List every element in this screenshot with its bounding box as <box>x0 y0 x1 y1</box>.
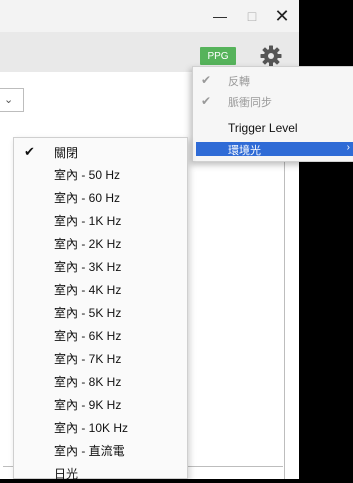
ppg-button[interactable]: PPG <box>200 47 236 65</box>
submenu-item[interactable]: 室內 - 10K Hz <box>14 416 187 437</box>
maximize-button[interactable]: □ <box>235 0 269 32</box>
submenu-item[interactable]: 室內 - 7K Hz <box>14 347 187 368</box>
submenu-item-label: 室內 - 8K Hz <box>54 375 122 389</box>
submenu-item[interactable]: 室內 - 6K Hz <box>14 324 187 345</box>
menu-item-label: 環境光 <box>228 145 261 157</box>
submenu-item-daylight[interactable]: 日光 <box>14 462 187 483</box>
chevron-right-icon: › <box>346 142 350 153</box>
submenu-item[interactable]: 室內 - 4K Hz <box>14 278 187 299</box>
menu-item-trigger-level[interactable]: Trigger Level <box>193 119 353 138</box>
divider-vertical <box>284 160 285 479</box>
submenu-item[interactable]: 室內 - 50 Hz <box>14 163 187 184</box>
menu-item-label: Trigger Level <box>228 121 298 135</box>
submenu-item-label: 室內 - 直流電 <box>54 444 125 458</box>
submenu-item-label: 室內 - 50 Hz <box>54 168 121 182</box>
title-bar: — □ ✕ <box>0 0 299 32</box>
submenu-item[interactable]: 室內 - 9K Hz <box>14 393 187 414</box>
submenu-item[interactable]: 室內 - 2K Hz <box>14 232 187 253</box>
submenu-item[interactable]: 室內 - 8K Hz <box>14 370 187 391</box>
gear-icon[interactable] <box>259 44 283 68</box>
submenu-item-label: 室內 - 6K Hz <box>54 329 122 343</box>
submenu-item[interactable]: 室內 - 5K Hz <box>14 301 187 322</box>
submenu-item-label: 關閉 <box>54 146 79 160</box>
minimize-button[interactable]: — <box>203 0 237 32</box>
submenu-item-label: 室內 - 5K Hz <box>54 306 122 320</box>
settings-menu: ✔ 反轉 ✔ 脈衝同步 Trigger Level 環境光 › <box>192 66 353 162</box>
submenu-item-label: 室內 - 3K Hz <box>54 260 122 274</box>
submenu-item[interactable]: 室內 - 60 Hz <box>14 186 187 207</box>
dropdown-combo[interactable]: ⌄ <box>0 88 24 112</box>
menu-item-pulse-sync[interactable]: ✔ 脈衝同步 <box>193 92 353 111</box>
checkmark-icon: ✔ <box>201 94 212 108</box>
submenu-item-label: 室內 - 10K Hz <box>54 421 129 435</box>
close-button[interactable]: ✕ <box>265 0 299 32</box>
submenu-item-label: 室內 - 1K Hz <box>54 214 122 228</box>
submenu-item-label: 室內 - 7K Hz <box>54 352 122 366</box>
submenu-item-off[interactable]: ✔ 關閉 <box>14 141 187 162</box>
checkmark-icon: ✔ <box>24 144 35 159</box>
menu-item-ambient-light[interactable]: 環境光 › <box>196 142 353 157</box>
submenu-item-label: 日光 <box>54 467 79 481</box>
menu-item-invert[interactable]: ✔ 反轉 <box>193 71 353 90</box>
menu-item-label: 反轉 <box>228 76 250 88</box>
submenu-item-label: 室內 - 2K Hz <box>54 237 122 251</box>
submenu-item-label: 室內 - 60 Hz <box>54 191 121 205</box>
menu-item-label: 脈衝同步 <box>228 97 272 109</box>
chevron-down-icon: ⌄ <box>4 94 14 106</box>
submenu-item-label: 室內 - 4K Hz <box>54 283 122 297</box>
submenu-item[interactable]: 室內 - 3K Hz <box>14 255 187 276</box>
ambient-light-submenu: ✔ 關閉 室內 - 50 Hz 室內 - 60 Hz 室內 - 1K Hz 室內… <box>13 137 188 481</box>
submenu-item[interactable]: 室內 - 1K Hz <box>14 209 187 230</box>
checkmark-icon: ✔ <box>201 73 212 87</box>
submenu-item-label: 室內 - 9K Hz <box>54 398 122 412</box>
submenu-item[interactable]: 室內 - 直流電 <box>14 439 187 460</box>
